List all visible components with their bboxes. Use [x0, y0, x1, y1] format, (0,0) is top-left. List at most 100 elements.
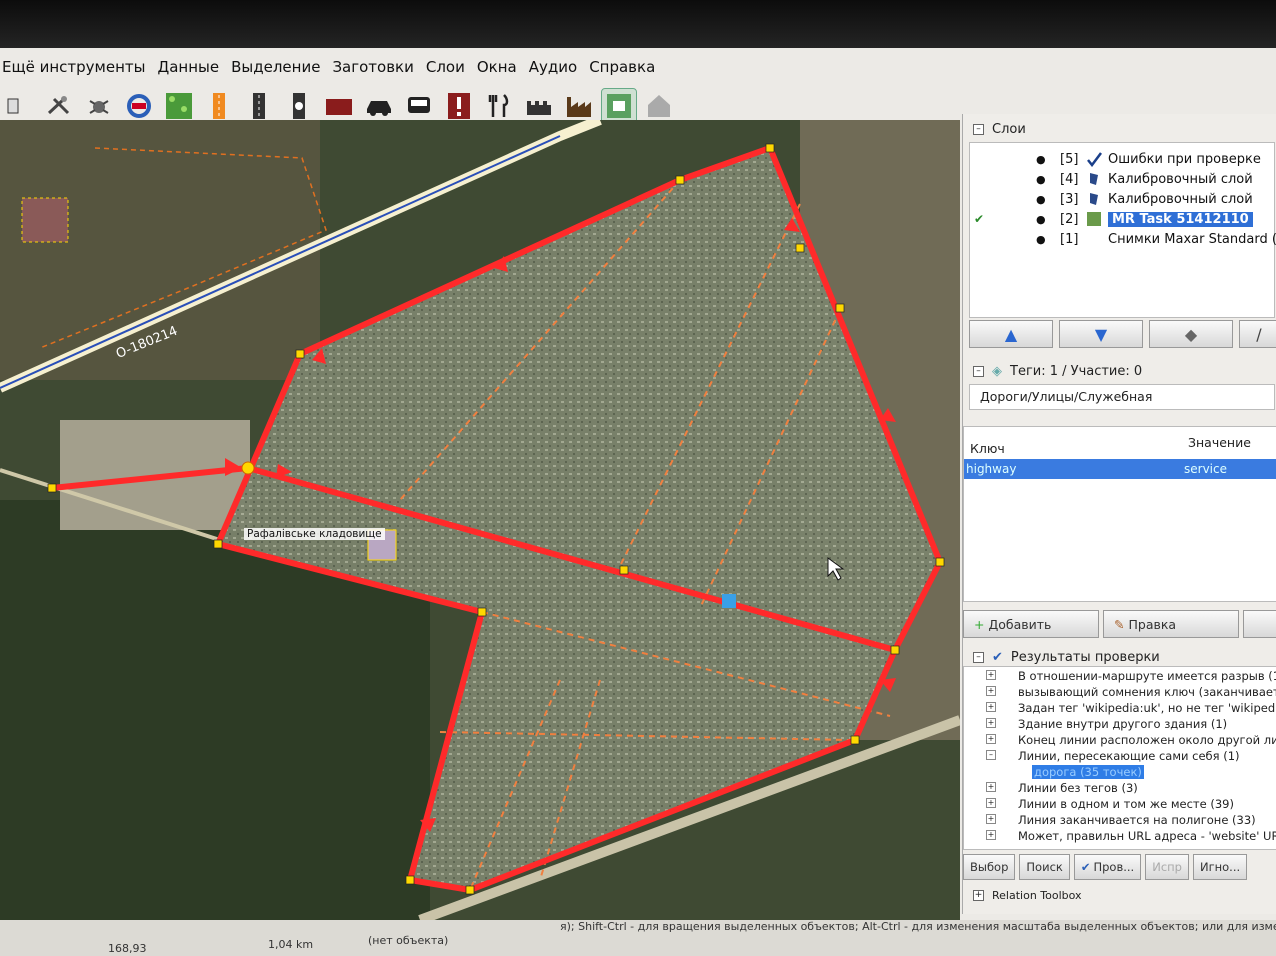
eye-icon[interactable]: ● — [1036, 173, 1046, 186]
edit-tag-button[interactable]: ✎ Правка — [1103, 610, 1239, 638]
map-view[interactable]: O-180214 Рафалівське кладовище — [0, 120, 960, 920]
expand-icon[interactable]: + — [986, 670, 996, 680]
building-icon[interactable] — [322, 89, 356, 123]
list-item[interactable]: – Линии, пересекающие сами себя (1) — [964, 749, 1276, 765]
menu-layers[interactable]: Слои — [426, 58, 465, 76]
layer-item[interactable]: ● [3] Калибровочный слой — [970, 189, 1276, 209]
collapse-icon[interactable]: + — [973, 889, 984, 901]
layer-item[interactable]: ● [5] Ошибки при проверке — [970, 149, 1276, 169]
collapse-icon[interactable]: – — [973, 123, 984, 135]
selected-node[interactable] — [722, 594, 736, 608]
validate-button[interactable]: ✔ Пров... — [1073, 854, 1142, 880]
delete-layer-button[interactable]: / — [1239, 320, 1276, 348]
map-pin-icon[interactable] — [2, 89, 36, 123]
calibration-icon — [1086, 171, 1102, 187]
zoom-readout: 168,93 — [108, 942, 147, 955]
expand-icon[interactable]: + — [986, 814, 996, 824]
move-down-button[interactable]: ▼ — [1059, 320, 1143, 348]
tag-icon: ◈ — [992, 363, 1002, 379]
right-panel: – Слои ● [5] Ошибки при проверке ● [4] К… — [962, 114, 1276, 914]
list-item[interactable]: + Может, правильн URL адреса - 'website' … — [964, 829, 1276, 845]
eye-icon[interactable]: ● — [1036, 193, 1046, 206]
checkmark-icon — [1086, 151, 1102, 168]
list-item[interactable]: + Задан тег 'wikipedia:uk', но не тег 'wi… — [964, 701, 1276, 717]
tags-table: Ключ Значение highway service — [963, 426, 1276, 602]
move-up-button[interactable]: ▲ — [969, 320, 1053, 348]
menu-selection[interactable]: Выделение — [231, 58, 320, 76]
layer-item[interactable]: ● [1] Снимки Maxar Standard (Bet — [970, 229, 1276, 249]
menu-audio[interactable]: Аудио — [529, 58, 577, 76]
tag-value[interactable]: service — [1184, 462, 1227, 476]
expand-icon[interactable]: + — [986, 718, 996, 728]
collapse-icon[interactable]: – — [986, 750, 996, 760]
layer-item-active[interactable]: ✔ ● [2] MR Task 51412110 — [970, 209, 1276, 229]
eye-icon[interactable]: ● — [1036, 213, 1046, 226]
list-item[interactable]: + Линии в одном и том же месте (39) — [964, 797, 1276, 813]
bus-icon[interactable] — [402, 89, 436, 123]
list-item-selected[interactable]: дорога (35 точек) — [964, 765, 1276, 781]
tag-key[interactable]: highway — [966, 462, 1016, 476]
expand-icon[interactable]: + — [986, 702, 996, 712]
warning-icon[interactable] — [442, 89, 476, 123]
eye-icon[interactable]: ● — [1036, 233, 1046, 246]
validation-header[interactable]: – ✔ Результаты проверки — [963, 646, 1276, 668]
tags-header[interactable]: – ◈ Теги: 1 / Участие: 0 — [963, 360, 1276, 382]
refresh-icon[interactable] — [122, 89, 156, 123]
select-button[interactable]: Выбор — [963, 854, 1016, 880]
layer-index: [2] — [1060, 211, 1079, 227]
add-tag-button[interactable]: + Добавить — [963, 610, 1099, 638]
expand-icon[interactable]: + — [986, 734, 996, 744]
expand-icon[interactable]: + — [986, 686, 996, 696]
expand-icon[interactable]: + — [986, 830, 996, 840]
restaurant-icon[interactable] — [482, 89, 516, 123]
tools-icon[interactable] — [42, 89, 76, 123]
castle-icon[interactable] — [522, 89, 556, 123]
list-item[interactable]: + Здание внутри другого здания (1) — [964, 717, 1276, 733]
house-icon[interactable] — [642, 89, 676, 123]
preset-link[interactable]: Дороги/Улицы/Служебная — [969, 384, 1275, 410]
menu-more-tools[interactable]: Ещё инструменты — [2, 58, 145, 76]
layer-name: MR Task 51412110 — [1108, 211, 1253, 227]
tag-buttons: + Добавить ✎ Правка — [963, 610, 1276, 638]
menu-presets[interactable]: Заготовки — [332, 58, 413, 76]
add-label: Добавить — [988, 616, 1052, 632]
bug-icon[interactable] — [82, 89, 116, 123]
layer-item[interactable]: ● [4] Калибровочный слой — [970, 169, 1276, 189]
task-icon — [1086, 211, 1102, 227]
merge-layer-button[interactable]: ◆ — [1149, 320, 1233, 348]
lookup-button[interactable]: Поиск — [1019, 854, 1070, 880]
list-item[interactable]: + вызывающий сомнения ключ (заканчивается — [964, 685, 1276, 701]
expand-icon[interactable]: + — [986, 782, 996, 792]
car-icon[interactable] — [362, 89, 396, 123]
chapel-building[interactable] — [21, 197, 69, 243]
menu-data[interactable]: Данные — [157, 58, 219, 76]
layers-header[interactable]: – Слои — [963, 118, 1276, 140]
list-item[interactable]: + Линии без тегов (3) — [964, 781, 1276, 797]
validation-check-icon: ✔ — [992, 649, 1003, 665]
eye-icon[interactable]: ● — [1036, 153, 1046, 166]
arrow-down-icon: ▼ — [1094, 324, 1108, 344]
menu-help[interactable]: Справка — [589, 58, 655, 76]
collapse-icon[interactable]: – — [973, 365, 984, 377]
orange-road-icon[interactable] — [202, 89, 236, 123]
road-icon[interactable] — [242, 89, 276, 123]
tag-row[interactable]: highway service — [964, 459, 1276, 479]
ignore-button[interactable]: Игно... — [1192, 854, 1248, 880]
fix-button[interactable]: Испр — [1145, 854, 1189, 880]
factory-icon[interactable] — [562, 89, 596, 123]
menu-windows[interactable]: Окна — [477, 58, 517, 76]
landuse-icon[interactable] — [601, 88, 637, 124]
green-area-icon[interactable] — [162, 89, 196, 123]
collapse-icon[interactable]: – — [973, 651, 984, 663]
relation-toolbox-title: Relation Toolbox — [992, 888, 1082, 902]
list-item[interactable]: +Конец линии расположен около другой лин… — [964, 733, 1276, 749]
validation-list: + В отношении-маршруте имеется разрыв (1)… — [963, 666, 1276, 850]
map-canvas[interactable] — [0, 120, 960, 920]
delete-tag-button[interactable] — [1243, 610, 1276, 638]
list-item[interactable]: + Линия заканчивается на полигоне (33) — [964, 813, 1276, 829]
expand-icon[interactable]: + — [986, 798, 996, 808]
pencil-icon: ✎ — [1114, 616, 1125, 632]
relation-toolbox-header[interactable]: + Relation Toolbox — [963, 884, 1276, 906]
list-item[interactable]: + В отношении-маршруте имеется разрыв (1) — [964, 669, 1276, 685]
traffic-light-icon[interactable] — [282, 89, 316, 123]
